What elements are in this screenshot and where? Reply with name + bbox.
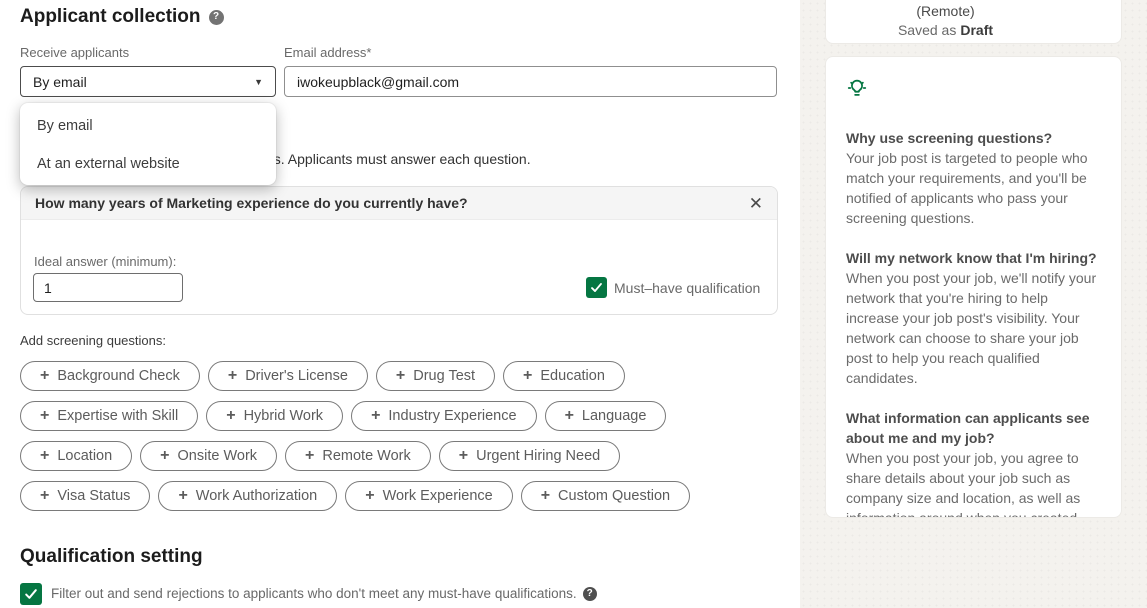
add-question-pill[interactable]: + Expertise with Skill — [20, 401, 198, 431]
lightbulb-icon — [846, 77, 868, 99]
pill-row: + Visa Status + Work Authorization + Work Exp… — [20, 481, 690, 511]
plus-icon: + — [40, 408, 49, 424]
pill-label: Remote Work — [322, 448, 410, 464]
pill-label: Language — [582, 408, 647, 424]
filter-rejections-label: Filter out and send rejections to applic… — [51, 586, 577, 601]
check-icon — [23, 586, 39, 602]
receive-applicants-selected-value: By email — [33, 74, 87, 90]
tip-question: Why use screening questions? — [846, 128, 1101, 148]
screening-question-text: How many years of Marketing experience d… — [35, 195, 468, 211]
receive-dropdown-list: By emailAt an external website — [20, 107, 276, 183]
add-screening-questions-label: Add screening questions: — [20, 333, 166, 348]
plus-icon: + — [305, 448, 314, 464]
tip-question: Will my network know that I'm hiring? — [846, 248, 1101, 268]
help-icon[interactable]: ? — [583, 587, 597, 601]
ideal-answer-input[interactable] — [33, 273, 183, 302]
tip-answer: When you post your job, we'll notify you… — [846, 268, 1101, 388]
pill-label: Driver's License — [245, 368, 348, 384]
job-title-partial: (Remote) — [825, 3, 1093, 20]
plus-icon: + — [228, 368, 237, 384]
pill-label: Custom Question — [558, 488, 670, 504]
screening-question-card: How many years of Marketing experience d… — [20, 186, 778, 315]
filter-rejections-checkbox[interactable] — [20, 583, 42, 605]
right-sidebar: (Remote) Saved asDraft Why use screening… — [800, 0, 1147, 608]
tip-answer: Your job post is targeted to people who … — [846, 148, 1101, 228]
add-question-pill[interactable]: + Hybrid Work — [206, 401, 343, 431]
add-question-pill[interactable]: + Drug Test — [376, 361, 495, 391]
add-question-pill[interactable]: + Language — [545, 401, 667, 431]
add-question-pill[interactable]: + Work Experience — [345, 481, 512, 511]
plus-icon: + — [40, 448, 49, 464]
dropdown-option[interactable]: By email — [20, 107, 276, 145]
pill-label: Urgent Hiring Need — [476, 448, 600, 464]
screening-question-header: How many years of Marketing experience d… — [21, 187, 777, 220]
add-question-pill[interactable]: + Location — [20, 441, 132, 471]
pill-label: Expertise with Skill — [57, 408, 178, 424]
pill-label: Work Authorization — [196, 488, 317, 504]
must-have-label: Must–have qualification — [614, 280, 760, 296]
pill-label: Work Experience — [383, 488, 493, 504]
plus-icon: + — [396, 368, 405, 384]
add-question-pill[interactable]: + Education — [503, 361, 625, 391]
plus-icon: + — [40, 368, 49, 384]
job-post-form-screen: Applicant collection ? Receive applicant… — [0, 0, 1147, 608]
pill-row: + Expertise with Skill + Hybrid Work + Indust… — [20, 401, 690, 431]
pill-row: + Background Check + Driver's License + Drug … — [20, 361, 690, 391]
qualification-setting-title: Qualification setting — [20, 546, 203, 568]
add-question-pill[interactable]: + Work Authorization — [158, 481, 337, 511]
receive-applicants-dropdown: By emailAt an external website — [20, 103, 276, 185]
add-question-pill[interactable]: + Urgent Hiring Need — [439, 441, 620, 471]
plus-icon: + — [371, 408, 380, 424]
pill-label: Visa Status — [57, 488, 130, 504]
receive-applicants-label: Receive applicants — [20, 45, 129, 60]
pill-label: Drug Test — [413, 368, 475, 384]
pill-label: Location — [57, 448, 112, 464]
ideal-answer-label: Ideal answer (minimum): — [34, 254, 176, 269]
saved-as-text: Saved as — [898, 22, 956, 38]
plus-icon: + — [365, 488, 374, 504]
pill-label: Hybrid Work — [244, 408, 324, 424]
saved-status: Saved asDraft — [825, 22, 1093, 38]
must-have-checkbox[interactable] — [586, 277, 607, 298]
chevron-down-icon: ▼ — [254, 77, 263, 87]
plus-icon: + — [226, 408, 235, 424]
tips-list: Why use screening questions?Your job pos… — [846, 128, 1101, 518]
add-question-pill[interactable]: + Driver's License — [208, 361, 368, 391]
add-question-pill[interactable]: + Custom Question — [521, 481, 690, 511]
filter-setting-row: Filter out and send rejections to applic… — [20, 583, 597, 605]
applicant-collection-title: Applicant collection — [20, 6, 201, 28]
pill-label: Onsite Work — [178, 448, 258, 464]
help-icon[interactable]: ? — [209, 10, 224, 25]
check-icon — [589, 280, 604, 295]
pill-rows: + Background Check + Driver's License + Drug … — [20, 361, 690, 521]
plus-icon: + — [459, 448, 468, 464]
email-address-input[interactable] — [284, 66, 777, 97]
tip-answer: When you post your job, you agree to sha… — [846, 448, 1101, 518]
email-address-label: Email address* — [284, 45, 371, 60]
tip-question: What information can applicants see abou… — [846, 408, 1101, 448]
pill-row: + Location + Onsite Work + Remote Work + Urgent… — [20, 441, 690, 471]
pill-label: Industry Experience — [388, 408, 516, 424]
add-question-pill[interactable]: + Background Check — [20, 361, 200, 391]
screening-questions-note-partial: ns. Applicants must answer each question… — [266, 151, 531, 167]
plus-icon: + — [178, 488, 187, 504]
plus-icon: + — [565, 408, 574, 424]
pill-label: Education — [540, 368, 605, 384]
receive-applicants-select[interactable]: By email ▼ — [20, 66, 276, 97]
add-question-pill[interactable]: + Visa Status — [20, 481, 150, 511]
close-icon[interactable]: ✕ — [749, 195, 763, 212]
plus-icon: + — [40, 488, 49, 504]
add-question-pill[interactable]: + Onsite Work — [140, 441, 277, 471]
plus-icon: + — [541, 488, 550, 504]
draft-badge: Draft — [960, 22, 993, 38]
draft-status-card: (Remote) Saved asDraft — [825, 0, 1122, 44]
plus-icon: + — [523, 368, 532, 384]
tips-card: Why use screening questions?Your job pos… — [825, 56, 1122, 518]
add-question-pill[interactable]: + Remote Work — [285, 441, 431, 471]
pill-label: Background Check — [57, 368, 180, 384]
plus-icon: + — [160, 448, 169, 464]
add-question-pill[interactable]: + Industry Experience — [351, 401, 537, 431]
dropdown-option[interactable]: At an external website — [20, 145, 276, 183]
page-title: Applicant collection ? — [20, 6, 224, 28]
